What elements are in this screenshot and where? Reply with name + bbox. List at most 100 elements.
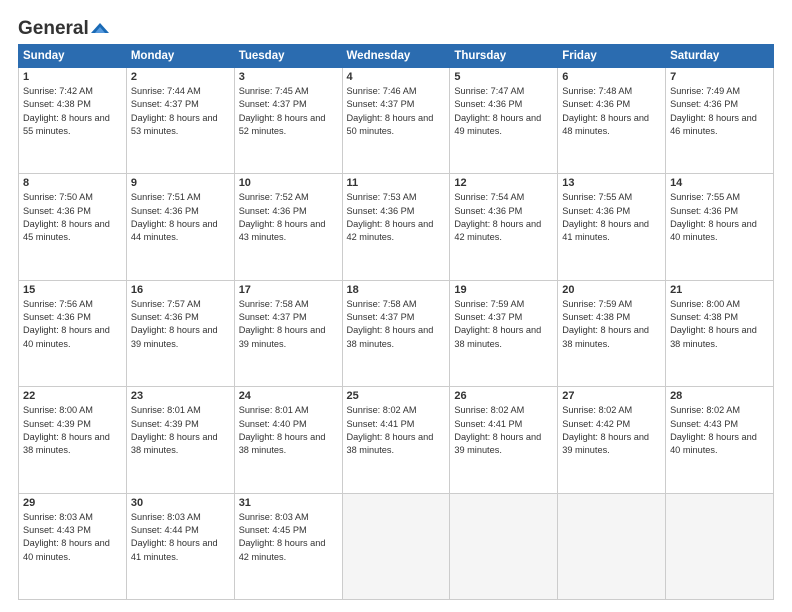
day-number: 28 xyxy=(670,390,769,402)
day-info: Sunrise: 7:58 AMSunset: 4:37 PMDaylight:… xyxy=(239,298,338,351)
day-number: 30 xyxy=(131,497,230,509)
day-info: Sunrise: 7:57 AMSunset: 4:36 PMDaylight:… xyxy=(131,298,230,351)
day-number: 22 xyxy=(23,390,122,402)
calendar-cell xyxy=(342,493,450,599)
calendar-cell: 13Sunrise: 7:55 AMSunset: 4:36 PMDayligh… xyxy=(558,174,666,280)
day-number: 20 xyxy=(562,284,661,296)
calendar-cell: 5 Sunrise: 7:47 AMSunset: 4:36 PMDaylight… xyxy=(450,68,558,174)
week-row-4: 22 Sunrise: 8:00 AMSunset: 4:39 PMDayligh… xyxy=(19,387,774,493)
week-row-1: 1 Sunrise: 7:42 AMSunset: 4:38 PMDaylight… xyxy=(19,68,774,174)
logo-general: General xyxy=(18,18,89,40)
calendar-cell: 7Sunrise: 7:49 AMSunset: 4:36 PMDaylight… xyxy=(666,68,774,174)
day-number: 29 xyxy=(23,497,122,509)
calendar-cell: 26Sunrise: 8:02 AMSunset: 4:41 PMDayligh… xyxy=(450,387,558,493)
calendar-table: SundayMondayTuesdayWednesdayThursdayFrid… xyxy=(18,44,774,600)
calendar-cell: 18 Sunrise: 7:58 AMSunset: 4:37 PMDayligh… xyxy=(342,280,450,386)
day-info: Sunrise: 7:48 AMSunset: 4:36 PMDaylight:… xyxy=(562,85,661,138)
day-info: Sunrise: 8:03 AMSunset: 4:44 PMDaylight:… xyxy=(131,511,230,564)
day-number: 25 xyxy=(347,390,446,402)
calendar-cell: 17 Sunrise: 7:58 AMSunset: 4:37 PMDayligh… xyxy=(234,280,342,386)
day-number: 10 xyxy=(239,177,338,189)
calendar-cell: 4Sunrise: 7:46 AMSunset: 4:37 PMDaylight… xyxy=(342,68,450,174)
day-number: 27 xyxy=(562,390,661,402)
calendar-cell: 15 Sunrise: 7:56 AMSunset: 4:36 PMDayligh… xyxy=(19,280,127,386)
calendar-cell: 21 Sunrise: 8:00 AMSunset: 4:38 PMDayligh… xyxy=(666,280,774,386)
day-number: 17 xyxy=(239,284,338,296)
day-info: Sunrise: 7:45 AMSunset: 4:37 PMDaylight:… xyxy=(239,85,338,138)
day-number: 3 xyxy=(239,71,338,83)
day-info: Sunrise: 8:01 AMSunset: 4:40 PMDaylight:… xyxy=(239,404,338,457)
day-info: Sunrise: 8:00 AMSunset: 4:39 PMDaylight:… xyxy=(23,404,122,457)
day-number: 31 xyxy=(239,497,338,509)
day-info: Sunrise: 8:03 AMSunset: 4:45 PMDaylight:… xyxy=(239,511,338,564)
day-number: 11 xyxy=(347,177,446,189)
week-row-5: 29Sunrise: 8:03 AMSunset: 4:43 PMDayligh… xyxy=(19,493,774,599)
day-number: 23 xyxy=(131,390,230,402)
day-number: 6 xyxy=(562,71,661,83)
day-info: Sunrise: 7:46 AMSunset: 4:37 PMDaylight:… xyxy=(347,85,446,138)
day-info: Sunrise: 7:54 AMSunset: 4:36 PMDaylight:… xyxy=(454,191,553,244)
calendar-cell: 9 Sunrise: 7:51 AMSunset: 4:36 PMDaylight… xyxy=(126,174,234,280)
calendar-cell: 29Sunrise: 8:03 AMSunset: 4:43 PMDayligh… xyxy=(19,493,127,599)
day-info: Sunrise: 7:53 AMSunset: 4:36 PMDaylight:… xyxy=(347,191,446,244)
day-number: 5 xyxy=(454,71,553,83)
day-number: 15 xyxy=(23,284,122,296)
day-info: Sunrise: 7:42 AMSunset: 4:38 PMDaylight:… xyxy=(23,85,122,138)
week-row-2: 8Sunrise: 7:50 AMSunset: 4:36 PMDaylight… xyxy=(19,174,774,280)
day-info: Sunrise: 7:59 AMSunset: 4:38 PMDaylight:… xyxy=(562,298,661,351)
weekday-header-tuesday: Tuesday xyxy=(234,45,342,68)
header: General xyxy=(18,18,774,36)
day-number: 9 xyxy=(131,177,230,189)
day-number: 24 xyxy=(239,390,338,402)
day-number: 26 xyxy=(454,390,553,402)
calendar-cell xyxy=(558,493,666,599)
weekday-header-saturday: Saturday xyxy=(666,45,774,68)
calendar-cell: 24 Sunrise: 8:01 AMSunset: 4:40 PMDayligh… xyxy=(234,387,342,493)
calendar-cell: 16 Sunrise: 7:57 AMSunset: 4:36 PMDayligh… xyxy=(126,280,234,386)
day-number: 2 xyxy=(131,71,230,83)
calendar-cell: 12 Sunrise: 7:54 AMSunset: 4:36 PMDayligh… xyxy=(450,174,558,280)
calendar-cell xyxy=(666,493,774,599)
day-info: Sunrise: 7:55 AMSunset: 4:36 PMDaylight:… xyxy=(562,191,661,244)
calendar-cell xyxy=(450,493,558,599)
logo-icon xyxy=(91,21,109,35)
day-info: Sunrise: 7:51 AMSunset: 4:36 PMDaylight:… xyxy=(131,191,230,244)
calendar-cell: 22 Sunrise: 8:00 AMSunset: 4:39 PMDayligh… xyxy=(19,387,127,493)
calendar-cell: 25 Sunrise: 8:02 AMSunset: 4:41 PMDayligh… xyxy=(342,387,450,493)
day-number: 21 xyxy=(670,284,769,296)
calendar-cell: 3 Sunrise: 7:45 AMSunset: 4:37 PMDaylight… xyxy=(234,68,342,174)
day-info: Sunrise: 7:56 AMSunset: 4:36 PMDaylight:… xyxy=(23,298,122,351)
calendar-cell: 31 Sunrise: 8:03 AMSunset: 4:45 PMDayligh… xyxy=(234,493,342,599)
day-info: Sunrise: 8:00 AMSunset: 4:38 PMDaylight:… xyxy=(670,298,769,351)
calendar-cell: 1 Sunrise: 7:42 AMSunset: 4:38 PMDaylight… xyxy=(19,68,127,174)
day-info: Sunrise: 7:49 AMSunset: 4:36 PMDaylight:… xyxy=(670,85,769,138)
day-number: 1 xyxy=(23,71,122,83)
weekday-header-wednesday: Wednesday xyxy=(342,45,450,68)
weekday-header-monday: Monday xyxy=(126,45,234,68)
day-info: Sunrise: 7:47 AMSunset: 4:36 PMDaylight:… xyxy=(454,85,553,138)
day-number: 18 xyxy=(347,284,446,296)
week-row-3: 15 Sunrise: 7:56 AMSunset: 4:36 PMDayligh… xyxy=(19,280,774,386)
day-info: Sunrise: 8:02 AMSunset: 4:41 PMDaylight:… xyxy=(347,404,446,457)
calendar-cell: 23 Sunrise: 8:01 AMSunset: 4:39 PMDayligh… xyxy=(126,387,234,493)
day-info: Sunrise: 7:44 AMSunset: 4:37 PMDaylight:… xyxy=(131,85,230,138)
day-info: Sunrise: 7:52 AMSunset: 4:36 PMDaylight:… xyxy=(239,191,338,244)
day-info: Sunrise: 8:01 AMSunset: 4:39 PMDaylight:… xyxy=(131,404,230,457)
day-info: Sunrise: 8:02 AMSunset: 4:42 PMDaylight:… xyxy=(562,404,661,457)
calendar-cell: 28Sunrise: 8:02 AMSunset: 4:43 PMDayligh… xyxy=(666,387,774,493)
page: General SundayMondayTuesdayWednesdayThur… xyxy=(0,0,792,612)
calendar-cell: 10 Sunrise: 7:52 AMSunset: 4:36 PMDayligh… xyxy=(234,174,342,280)
weekday-header-friday: Friday xyxy=(558,45,666,68)
calendar-cell: 20 Sunrise: 7:59 AMSunset: 4:38 PMDayligh… xyxy=(558,280,666,386)
calendar-cell: 2 Sunrise: 7:44 AMSunset: 4:37 PMDaylight… xyxy=(126,68,234,174)
day-info: Sunrise: 7:50 AMSunset: 4:36 PMDaylight:… xyxy=(23,191,122,244)
weekday-header-sunday: Sunday xyxy=(19,45,127,68)
day-number: 16 xyxy=(131,284,230,296)
day-number: 19 xyxy=(454,284,553,296)
weekday-header-row: SundayMondayTuesdayWednesdayThursdayFrid… xyxy=(19,45,774,68)
day-number: 12 xyxy=(454,177,553,189)
calendar-cell: 30 Sunrise: 8:03 AMSunset: 4:44 PMDayligh… xyxy=(126,493,234,599)
logo: General xyxy=(18,18,109,36)
day-info: Sunrise: 7:55 AMSunset: 4:36 PMDaylight:… xyxy=(670,191,769,244)
day-info: Sunrise: 7:58 AMSunset: 4:37 PMDaylight:… xyxy=(347,298,446,351)
